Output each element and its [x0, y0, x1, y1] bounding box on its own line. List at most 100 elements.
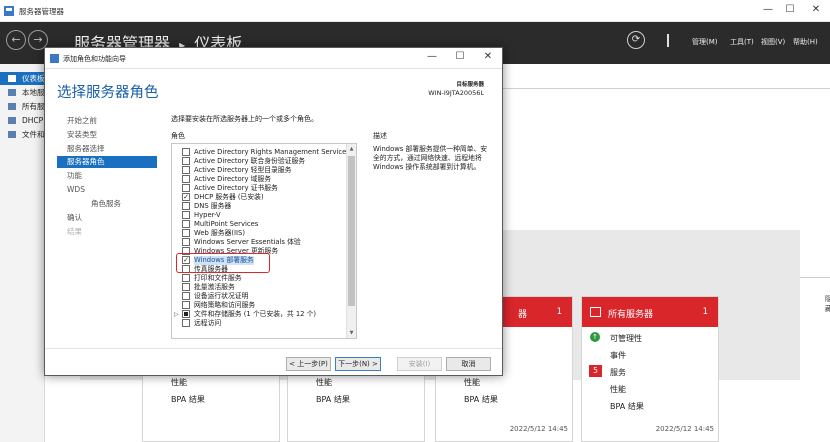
sidebar-item-dashboard[interactable]: 仪表板 [0, 72, 45, 85]
role-checkbox[interactable] [182, 184, 190, 192]
dialog-minimize-button[interactable]: — [421, 51, 443, 62]
sidebar-item-file-storage[interactable]: 文件和存储服务 [0, 128, 45, 141]
tile-bpa[interactable]: BPA 结果 [610, 401, 644, 412]
tile-services[interactable]: 服务 [610, 367, 626, 378]
sidebar-item-dhcp[interactable]: DHCP [0, 114, 45, 127]
role-item[interactable]: 远程访问 [172, 319, 347, 328]
role-checkbox[interactable] [182, 283, 190, 291]
role-checkbox[interactable] [182, 238, 190, 246]
step-before-you-begin[interactable]: 开始之前 [57, 115, 157, 127]
role-checkbox[interactable] [182, 229, 190, 237]
role-item[interactable]: DNS 服务器 [172, 202, 347, 211]
next-button[interactable]: 下一步(N) > [335, 357, 381, 371]
wizard-icon [50, 54, 59, 63]
servers-icon [590, 307, 601, 317]
role-item[interactable]: Windows Server Essentials 体验 [172, 238, 347, 247]
role-checkbox[interactable] [182, 301, 190, 309]
role-item[interactable]: Hyper-V [172, 211, 347, 220]
role-checkbox[interactable] [182, 292, 190, 300]
role-item[interactable]: Active Directory 证书服务 [172, 184, 347, 193]
previous-button[interactable]: < 上一步(P) [286, 357, 331, 371]
highlight-annotation [176, 253, 270, 273]
role-item[interactable]: 设备运行状况证明 [172, 292, 347, 301]
step-role-services[interactable]: 角色服务 [57, 198, 157, 210]
role-checkbox[interactable] [182, 211, 190, 219]
role-item[interactable]: Web 服务器(IIS) [172, 229, 347, 238]
dialog-heading: 选择服务器角色 [57, 85, 159, 101]
servers-icon [8, 103, 16, 110]
role-description: Windows 部署服务提供一种简单、安全的方式，通过网络快速、远程地将 Win… [373, 145, 488, 171]
cancel-button[interactable]: 取消 [446, 357, 491, 371]
tile-count: 1 [556, 307, 562, 317]
roles-list[interactable]: Active Directory Rights Management Servi… [171, 143, 357, 339]
tile-bpa[interactable]: BPA 结果 [464, 394, 498, 405]
role-item[interactable]: 打印和文件服务 [172, 274, 347, 283]
tile-perf[interactable]: 性能 [464, 377, 480, 388]
tile-date: 2022/5/12 14:45 [655, 425, 714, 433]
instruction-text: 选择要安装在所选服务器上的一个或多个角色。 [171, 115, 318, 123]
step-server-roles[interactable]: 服务器角色 [57, 156, 157, 168]
step-install-type[interactable]: 安装类型 [57, 129, 157, 141]
role-checkbox[interactable] [182, 220, 190, 228]
hide-link[interactable]: 隐藏 [825, 294, 830, 314]
notifications-flag-icon[interactable] [667, 34, 669, 47]
role-checkbox[interactable] [182, 175, 190, 183]
role-item[interactable]: Active Directory Rights Management Servi… [172, 148, 350, 157]
menu-help[interactable]: 帮助(H) [793, 37, 818, 47]
install-button[interactable]: 安装(I) [397, 357, 442, 371]
role-checkbox[interactable] [182, 319, 190, 327]
roles-scrollbar[interactable]: ▲ ▼ [346, 144, 356, 338]
role-checkbox[interactable] [182, 148, 190, 156]
role-item[interactable]: ▷ 文件和存储服务 (1 个已安装，共 12 个) [172, 310, 347, 319]
role-item[interactable]: MultiPoint Services [172, 220, 347, 229]
scroll-thumb[interactable] [348, 156, 355, 306]
role-item[interactable]: ✓ DHCP 服务器 (已安装) [172, 193, 347, 202]
step-results: 结果 [67, 227, 82, 236]
refresh-icon[interactable]: ⟳ [627, 31, 645, 49]
role-checkbox-partial[interactable] [182, 310, 190, 318]
step-confirmation[interactable]: 确认 [57, 212, 157, 224]
dialog-button-bar: < 上一步(P) 下一步(N) > 安装(I) 取消 [45, 348, 502, 377]
role-item[interactable]: 批量激活服务 [172, 283, 347, 292]
tile-perf[interactable]: 性能 [316, 377, 332, 388]
all-servers-tile[interactable]: 所有服务器 1 ↑ 可管理性 事件 5 服务 性能 BPA 结果 2022/5/… [581, 296, 719, 442]
tile-bpa[interactable]: BPA 结果 [316, 394, 350, 405]
step-server-selection[interactable]: 服务器选择 [57, 143, 157, 155]
tile-perf[interactable]: 性能 [610, 384, 626, 395]
sidebar-item-all-servers[interactable]: 所有服务器 [0, 100, 45, 113]
menu-manage[interactable]: 管理(M) [692, 37, 718, 47]
role-item[interactable]: 网络策略和访问服务 [172, 301, 347, 310]
scroll-up-icon[interactable]: ▲ [347, 146, 356, 152]
dhcp-icon [8, 117, 16, 124]
menu-view[interactable]: 视图(V) [761, 37, 785, 47]
tile-manageability[interactable]: 可管理性 [610, 333, 642, 344]
tile-perf[interactable]: 性能 [171, 377, 187, 388]
role-checkbox-checked[interactable]: ✓ [182, 193, 190, 201]
ok-icon: ↑ [590, 332, 600, 342]
scroll-down-icon[interactable]: ▼ [347, 330, 356, 336]
close-button[interactable]: ✕ [804, 4, 828, 15]
target-server: 目标服务器 WIN-I9JTA20056L [428, 81, 484, 97]
maximize-button[interactable]: ☐ [778, 4, 802, 15]
sidebar-item-local-server[interactable]: 本地服务器 [0, 86, 45, 99]
back-icon[interactable]: ← [6, 30, 26, 50]
tile-events[interactable]: 事件 [610, 350, 626, 361]
role-checkbox[interactable] [182, 157, 190, 165]
minimize-button[interactable]: — [756, 4, 780, 15]
dialog-close-button[interactable]: ✕ [477, 51, 499, 62]
expand-icon[interactable]: ▷ [174, 310, 179, 319]
role-checkbox[interactable] [182, 202, 190, 210]
dialog-titlebar: 添加角色和功能向导 — ☐ ✕ [45, 48, 502, 69]
menu-tools[interactable]: 工具(T) [730, 37, 754, 47]
step-features[interactable]: 功能 [57, 170, 157, 182]
role-item[interactable]: Active Directory 轻型目录服务 [172, 166, 347, 175]
role-item[interactable]: Active Directory 域服务 [172, 175, 347, 184]
role-checkbox[interactable] [182, 274, 190, 282]
tile-header[interactable]: 所有服务器 1 [582, 297, 718, 327]
step-wds[interactable]: WDS [57, 184, 157, 196]
dialog-title: 添加角色和功能向导 [63, 55, 126, 63]
role-item[interactable]: Active Directory 联合身份验证服务 [172, 157, 347, 166]
dialog-maximize-button[interactable]: ☐ [449, 51, 471, 62]
tile-bpa[interactable]: BPA 结果 [171, 394, 205, 405]
role-checkbox[interactable] [182, 166, 190, 174]
